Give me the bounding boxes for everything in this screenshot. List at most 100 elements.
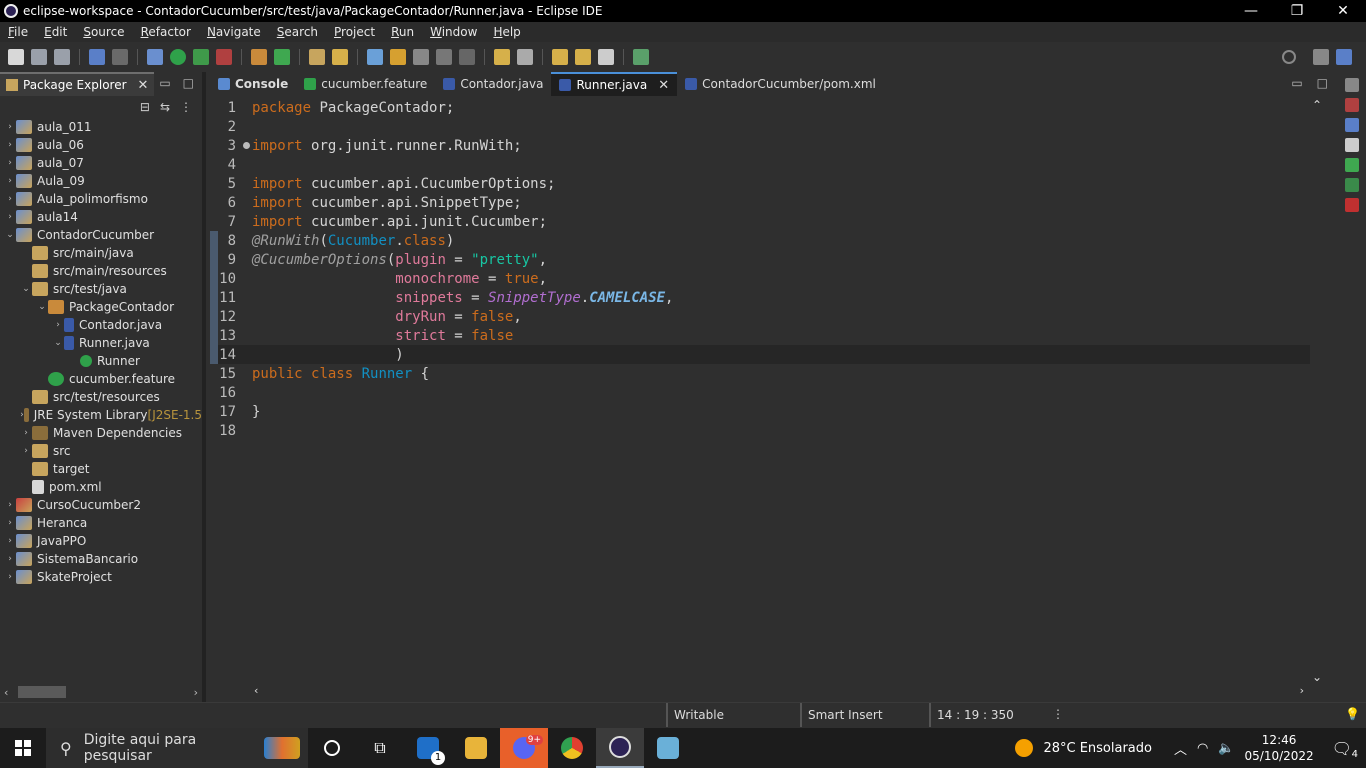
open-perspective-icon[interactable] bbox=[1313, 49, 1329, 65]
chevron-right-icon[interactable]: › bbox=[4, 518, 16, 528]
new-java-class-icon[interactable] bbox=[274, 49, 290, 65]
taskbar-search[interactable]: ⚲ Digite aqui para pesquisar bbox=[46, 728, 308, 768]
wifi-icon[interactable]: ◠ bbox=[1197, 741, 1208, 756]
code-editor[interactable]: 1 package PackageContador; 2 3 import org.ju… bbox=[210, 98, 1320, 684]
tree-item[interactable]: › src bbox=[0, 442, 202, 460]
chevron-right-icon[interactable]: › bbox=[20, 428, 32, 438]
chevron-right-icon[interactable]: › bbox=[4, 572, 16, 582]
chevron-right-icon[interactable]: › bbox=[20, 446, 32, 456]
terminal-icon[interactable] bbox=[89, 49, 105, 65]
tree-item[interactable]: cucumber.feature bbox=[0, 370, 202, 388]
tree-item[interactable]: › aula14 bbox=[0, 208, 202, 226]
minimize-button[interactable]: — bbox=[1228, 0, 1274, 22]
maximize-icon[interactable]: □ bbox=[183, 76, 194, 90]
volume-icon[interactable]: 🔈 bbox=[1218, 741, 1234, 756]
tree-item[interactable]: ⌄ ContadorCucumber bbox=[0, 226, 202, 244]
last-edit-icon[interactable] bbox=[552, 49, 568, 65]
menu-help[interactable]: Help bbox=[485, 25, 528, 39]
minimize-icon[interactable]: ▭ bbox=[159, 76, 170, 90]
tree-item[interactable]: › Aula_polimorfismo bbox=[0, 190, 202, 208]
scroll-left-icon[interactable]: ‹ bbox=[254, 684, 258, 697]
open-type-icon[interactable] bbox=[309, 49, 325, 65]
next-annotation-icon[interactable] bbox=[494, 49, 510, 65]
code-line[interactable]: 12 dryRun = false, bbox=[210, 307, 1320, 326]
outline-icon[interactable] bbox=[1345, 158, 1359, 172]
tree-item[interactable]: src/test/resources bbox=[0, 388, 202, 406]
code-line[interactable]: 9 @CucumberOptions(plugin = "pretty", bbox=[210, 250, 1320, 269]
tree-item[interactable]: ⌄ Runner.java bbox=[0, 334, 202, 352]
menu-refactor[interactable]: Refactor bbox=[133, 25, 199, 39]
skip-breakpoints-icon[interactable] bbox=[112, 49, 128, 65]
chevron-right-icon[interactable]: › bbox=[4, 536, 16, 546]
view-menu-icon[interactable]: ⋮ bbox=[180, 100, 192, 114]
taskbar-mail[interactable]: 1 bbox=[404, 728, 452, 768]
save-icon[interactable] bbox=[31, 49, 47, 65]
toggle-block-icon[interactable] bbox=[413, 49, 429, 65]
restore-button[interactable]: ❐ bbox=[1274, 0, 1320, 22]
code-line[interactable]: 15 public class Runner { bbox=[210, 364, 1320, 383]
chevron-right-icon[interactable]: › bbox=[4, 140, 16, 150]
status-menu-icon[interactable]: ⋮ bbox=[1052, 707, 1064, 721]
tree-item[interactable]: pom.xml bbox=[0, 478, 202, 496]
scroll-right-icon[interactable]: › bbox=[1300, 684, 1304, 697]
tree-item[interactable]: Runner bbox=[0, 352, 202, 370]
scroll-down-icon[interactable]: ⌄ bbox=[1310, 670, 1324, 684]
tree-item[interactable]: › SistemaBancario bbox=[0, 550, 202, 568]
clock[interactable]: 12:46 05/10/2022 bbox=[1245, 732, 1314, 764]
tree-item[interactable]: › JavaPPO bbox=[0, 532, 202, 550]
chevron-right-icon[interactable]: › bbox=[4, 158, 16, 168]
tree-item[interactable]: src/main/resources bbox=[0, 262, 202, 280]
menu-window[interactable]: Window bbox=[422, 25, 485, 39]
forward-icon[interactable] bbox=[598, 49, 614, 65]
tree-horizontal-scrollbar[interactable]: ‹ › bbox=[0, 684, 202, 700]
toggle-highlight-icon[interactable] bbox=[390, 49, 406, 65]
chevron-right-icon[interactable]: › bbox=[4, 176, 16, 186]
taskbar-chrome[interactable] bbox=[548, 728, 596, 768]
code-line[interactable]: 7 import cucumber.api.junit.Cucumber; bbox=[210, 212, 1320, 231]
code-line[interactable]: 8 @RunWith(Cucumber. class) bbox=[210, 231, 1320, 250]
menu-project[interactable]: Project bbox=[326, 25, 383, 39]
tree-item[interactable]: ⌄ PackageContador bbox=[0, 298, 202, 316]
editor-tab[interactable]: ContadorCucumber/pom.xml bbox=[677, 72, 884, 96]
chevron-right-icon[interactable]: › bbox=[4, 554, 16, 564]
scroll-right-icon[interactable]: › bbox=[194, 686, 198, 699]
minimize-icon[interactable]: ▭ bbox=[1291, 76, 1302, 90]
run-coverage-icon[interactable] bbox=[193, 49, 209, 65]
show-whitespace-icon[interactable] bbox=[459, 49, 475, 65]
collapse-all-icon[interactable]: ⊟ bbox=[140, 100, 150, 114]
taskbar-notepad[interactable] bbox=[644, 728, 692, 768]
toggle-whitespace-icon[interactable] bbox=[436, 49, 452, 65]
close-icon[interactable]: ✕ bbox=[138, 78, 149, 93]
code-line[interactable]: 5 import cucumber.api.CucumberOptions; bbox=[210, 174, 1320, 193]
taskbar-discord[interactable]: 9+ bbox=[500, 728, 548, 768]
new-java-project-icon[interactable] bbox=[251, 49, 267, 65]
toggle-mark-occurrences-icon[interactable] bbox=[367, 49, 383, 65]
code-line[interactable]: 6 import cucumber.api.SnippetType; bbox=[210, 193, 1320, 212]
editor-tab[interactable]: cucumber.feature bbox=[296, 72, 435, 96]
javadoc-icon[interactable] bbox=[1345, 118, 1359, 132]
link-with-editor-icon[interactable]: ⇆ bbox=[160, 100, 170, 114]
chevron-down-icon[interactable]: ⌄ bbox=[52, 338, 64, 348]
java-perspective-icon[interactable] bbox=[1336, 49, 1352, 65]
restore-icon[interactable] bbox=[1345, 78, 1359, 92]
tree-item[interactable]: › aula_06 bbox=[0, 136, 202, 154]
chevron-down-icon[interactable]: ⌄ bbox=[4, 230, 16, 240]
new-icon[interactable] bbox=[8, 49, 24, 65]
editor-horizontal-scrollbar[interactable]: ‹ › bbox=[250, 684, 1308, 700]
scroll-left-icon[interactable]: ‹ bbox=[4, 686, 8, 699]
weather-sun-icon[interactable] bbox=[1015, 739, 1034, 757]
tree-item[interactable]: › JRE System Library [J2SE-1.5 bbox=[0, 406, 202, 424]
tip-icon[interactable]: 💡 bbox=[1345, 707, 1360, 721]
tree-item[interactable]: › Heranca bbox=[0, 514, 202, 532]
tree-item[interactable]: › CursoCucumber2 bbox=[0, 496, 202, 514]
previous-annotation-icon[interactable] bbox=[517, 49, 533, 65]
junit-icon[interactable] bbox=[1345, 98, 1359, 112]
editor-tab[interactable]: Runner.java ✕ bbox=[551, 72, 678, 96]
fold-icon[interactable] bbox=[242, 142, 250, 149]
tree-item[interactable]: src/main/java bbox=[0, 244, 202, 262]
tree-item[interactable]: › Maven Dependencies bbox=[0, 424, 202, 442]
code-line[interactable]: 18 bbox=[210, 421, 1320, 440]
task-view-button[interactable]: ⧉ bbox=[356, 728, 404, 768]
search-icon[interactable] bbox=[1282, 50, 1296, 64]
run-icon[interactable] bbox=[170, 49, 186, 65]
